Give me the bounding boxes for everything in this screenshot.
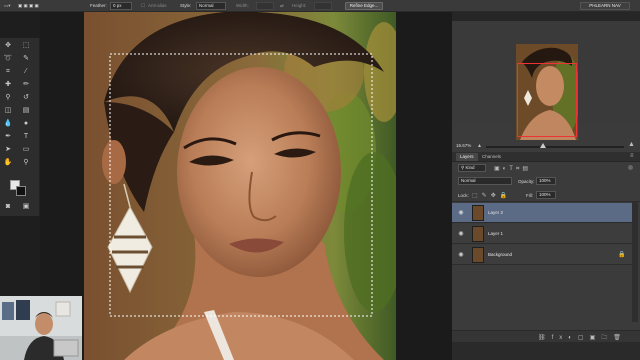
options-bar: ▭▾ ▣ ▣ ▣ ▣ Feather: 0 px ☐ Anti-alias St… — [0, 0, 640, 12]
blend-mode-select[interactable]: Normal — [458, 177, 512, 185]
height-label: Height: — [292, 3, 307, 8]
healing-brush-icon[interactable]: ✚ — [2, 79, 14, 90]
filter-type-icons[interactable]: ▣◐T⌗▤ — [494, 165, 531, 173]
feather-input[interactable]: 0 px — [110, 2, 132, 10]
layer-name: Layer 2 — [488, 210, 504, 215]
marquee-tool-icon[interactable]: ▭▾ — [4, 3, 11, 9]
selection-mode-icons[interactable]: ▣ ▣ ▣ ▣ — [18, 3, 39, 9]
opacity-label: Opacity: — [518, 179, 535, 184]
quick-mask-icon[interactable]: ◙ — [2, 201, 14, 212]
move-tool-icon[interactable]: ✥ — [2, 40, 14, 51]
eraser-tool-icon[interactable]: ◫ — [2, 105, 14, 116]
type-tool-icon[interactable]: T — [20, 131, 32, 142]
brush-tool-icon[interactable]: ✏ — [20, 79, 32, 90]
layers-scrollbar[interactable] — [632, 202, 638, 322]
marquee-tool-icon[interactable]: ⬚ — [20, 40, 32, 51]
history-brush-icon[interactable]: ↺ — [20, 92, 32, 103]
filter-kind-value: Kind — [465, 165, 475, 170]
layers-list: ◉ Layer 2 ◉ Layer 1 ◉ Background 🔒 — [452, 203, 632, 265]
visibility-eye-icon[interactable]: ◉ — [457, 230, 465, 238]
pen-tool-icon[interactable]: ✒ — [2, 131, 14, 142]
document-canvas[interactable] — [84, 12, 396, 360]
layer-row-background[interactable]: ◉ Background 🔒 — [452, 245, 632, 265]
blur-tool-icon[interactable]: 💧 — [2, 118, 14, 129]
lock-icons[interactable]: ⬚✎✥🔒 — [472, 192, 511, 199]
width-label: Width: — [236, 3, 249, 8]
dodge-tool-icon[interactable]: ● — [20, 118, 32, 129]
background-color-swatch[interactable] — [16, 186, 26, 196]
fill-input[interactable]: 100% — [536, 191, 556, 199]
path-select-tool-icon[interactable]: ➤ — [2, 144, 14, 155]
navigator-zoom-value[interactable]: 16.67% — [456, 143, 471, 148]
zoom-out-icon[interactable]: ▴ — [478, 142, 481, 149]
style-select[interactable]: Normal — [196, 2, 226, 10]
zoom-tool-icon[interactable]: ⚲ — [20, 157, 32, 168]
quick-select-tool-icon[interactable]: ✎ — [20, 53, 32, 64]
gradient-tool-icon[interactable]: ▤ — [20, 105, 32, 116]
refine-edge-button[interactable]: Refine Edge... — [345, 2, 383, 10]
layer-row-layer-2[interactable]: ◉ Layer 2 — [452, 203, 632, 223]
antialias-checkbox[interactable]: ☐ — [141, 3, 145, 9]
layer-name: Background — [488, 252, 513, 257]
layers-blend-row: Normal Opacity: 100% — [452, 176, 640, 188]
panel-dock-header — [452, 12, 640, 21]
workspace-switcher[interactable]: PHLEARN NAV — [580, 2, 630, 10]
zoom-in-icon[interactable]: ▲ — [628, 141, 635, 148]
fill-label: Fill: — [526, 193, 533, 198]
layer-thumbnail — [472, 205, 484, 221]
layer-row-layer-1[interactable]: ◉ Layer 1 — [452, 224, 632, 244]
layers-panel-header: Layers Channels ≡ — [452, 152, 640, 162]
navigator-zoom-slider[interactable] — [486, 146, 624, 148]
portrait-photo — [84, 12, 396, 360]
shape-tool-icon[interactable]: ▭ — [20, 144, 32, 155]
layer-name: Layer 1 — [488, 231, 504, 236]
navigator-view-frame[interactable] — [517, 63, 577, 137]
panel-menu-icon[interactable]: ≡ — [630, 153, 634, 159]
layers-filter-row: ⚲ Kind ▣◐T⌗▤ — [452, 162, 640, 175]
layers-panel-footer: ⛓fx◐▢▣🗀🗑 — [452, 330, 640, 342]
zoom-slider-handle[interactable] — [540, 143, 546, 148]
canvas-pasteboard-right — [396, 12, 452, 360]
layer-thumbnail — [472, 247, 484, 263]
height-input[interactable] — [314, 2, 332, 10]
swap-icon[interactable]: ⇄ — [280, 3, 284, 9]
filter-toggle-icon[interactable] — [628, 165, 633, 170]
feather-label: Feather: — [90, 3, 107, 8]
lock-label: Lock: — [458, 193, 469, 198]
eyedropper-tool-icon[interactable]: ⁄ — [20, 66, 32, 77]
antialias-label: Anti-alias — [148, 3, 167, 8]
lock-icon: 🔒 — [618, 252, 626, 258]
hand-tool-icon[interactable]: ✋ — [2, 157, 14, 168]
style-label: Style: — [180, 3, 192, 8]
layers-lock-row: Lock: ⬚✎✥🔒 Fill: 100% — [452, 190, 640, 202]
layer-thumbnail — [472, 226, 484, 242]
clone-stamp-icon[interactable]: ⚲ — [2, 92, 14, 103]
tab-channels[interactable]: Channels — [478, 153, 505, 161]
webcam-overlay — [0, 296, 82, 360]
panel-dock-bottom — [452, 342, 640, 360]
visibility-eye-icon[interactable]: ◉ — [457, 251, 465, 259]
width-input[interactable] — [256, 2, 274, 10]
crop-tool-icon[interactable]: ⌗ — [2, 66, 14, 77]
tab-layers[interactable]: Layers — [456, 153, 478, 161]
opacity-input[interactable]: 100% — [536, 177, 556, 185]
lasso-tool-icon[interactable]: ➰ — [2, 53, 14, 64]
filter-kind-select[interactable]: ⚲ Kind — [458, 164, 486, 172]
visibility-eye-icon[interactable]: ◉ — [457, 209, 465, 217]
screen-mode-icon[interactable]: ▣ — [20, 201, 32, 212]
